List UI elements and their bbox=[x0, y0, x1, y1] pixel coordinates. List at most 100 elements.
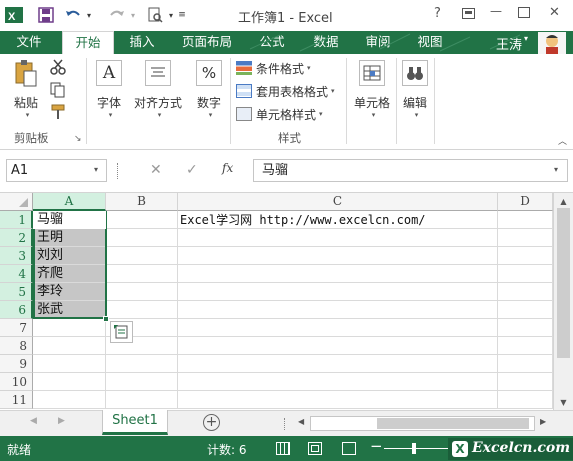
formula-splitter[interactable] bbox=[117, 163, 120, 179]
enter-icon[interactable]: ✓ bbox=[186, 162, 198, 178]
alignment-button[interactable]: 对齐方式 ▾ bbox=[132, 60, 184, 119]
row-header-2[interactable]: 2 bbox=[0, 229, 33, 247]
zoom-out-icon[interactable]: − bbox=[370, 437, 383, 455]
close-button[interactable]: ✕ bbox=[549, 5, 560, 20]
format-painter-icon[interactable] bbox=[50, 104, 66, 123]
grid-cell[interactable] bbox=[498, 337, 553, 355]
cancel-icon[interactable]: ✕ bbox=[150, 162, 162, 178]
font-dropdown-icon[interactable]: ▾ bbox=[109, 111, 113, 119]
cell-styles-button[interactable]: 单元格样式 ▾ bbox=[236, 104, 323, 124]
column-header-b[interactable]: B bbox=[106, 193, 178, 211]
horizontal-scrollbar[interactable] bbox=[310, 416, 535, 431]
grid-cell[interactable] bbox=[33, 319, 106, 337]
paste-dropdown-icon[interactable]: ▾ bbox=[26, 111, 30, 119]
user-name[interactable]: 王涛 bbox=[496, 34, 522, 53]
vertical-scrollbar[interactable]: ▲ ▼ bbox=[553, 193, 573, 410]
grid-cell[interactable] bbox=[498, 211, 553, 229]
select-all-corner[interactable] bbox=[0, 193, 33, 211]
cells-dropdown-icon[interactable]: ▾ bbox=[372, 111, 376, 119]
grid-cell[interactable] bbox=[106, 247, 178, 265]
grid-cell[interactable] bbox=[178, 247, 498, 265]
grid-cell[interactable] bbox=[178, 265, 498, 283]
row-header-3[interactable]: 3 bbox=[0, 247, 33, 265]
cell-c1[interactable]: Excel学习网 http://www.excelcn.com/ bbox=[180, 211, 426, 229]
grid-cell[interactable] bbox=[178, 283, 498, 301]
grid-cell[interactable] bbox=[498, 265, 553, 283]
grid-cell[interactable] bbox=[106, 373, 178, 391]
grid-cell[interactable] bbox=[498, 229, 553, 247]
avatar[interactable] bbox=[538, 32, 566, 54]
prev-sheet-icon[interactable]: ◀ bbox=[30, 416, 37, 426]
scroll-left-icon[interactable]: ◀ bbox=[298, 417, 304, 426]
next-sheet-icon[interactable]: ▶ bbox=[58, 416, 65, 426]
customize-qat-icon[interactable]: ≡ bbox=[176, 5, 188, 25]
grid-cell[interactable] bbox=[498, 373, 553, 391]
ribbon-display-icon[interactable] bbox=[462, 8, 475, 19]
grid-cell[interactable] bbox=[178, 319, 498, 337]
print-dropdown-icon[interactable]: ▾ bbox=[166, 5, 176, 25]
tab-home[interactable]: 开始 bbox=[62, 31, 114, 54]
quick-analysis-button[interactable] bbox=[110, 321, 133, 343]
user-dropdown-icon[interactable]: ▾ bbox=[524, 34, 528, 43]
zoom-slider[interactable] bbox=[384, 448, 454, 449]
grid-cell[interactable] bbox=[178, 373, 498, 391]
redo-dropdown-icon[interactable]: ▾ bbox=[128, 5, 138, 25]
alignment-dropdown-icon[interactable]: ▾ bbox=[158, 111, 162, 119]
zoom-slider-thumb[interactable] bbox=[412, 443, 416, 454]
grid-cell[interactable] bbox=[498, 391, 553, 409]
font-button[interactable]: A 字体 ▾ bbox=[92, 60, 126, 119]
add-sheet-icon[interactable]: + bbox=[203, 414, 220, 431]
grid-cell[interactable] bbox=[106, 301, 178, 319]
grid-cell[interactable] bbox=[498, 355, 553, 373]
scroll-right-icon[interactable]: ▶ bbox=[540, 417, 546, 426]
conditional-format-button[interactable]: 条件格式 ▾ bbox=[236, 58, 311, 78]
name-box[interactable]: A1 bbox=[6, 159, 107, 182]
grid-cell[interactable] bbox=[178, 391, 498, 409]
row-header-8[interactable]: 8 bbox=[0, 337, 33, 355]
grid-cell[interactable] bbox=[106, 211, 178, 229]
grid-cell[interactable] bbox=[178, 355, 498, 373]
column-header-d[interactable]: D bbox=[498, 193, 553, 211]
grid-cell[interactable] bbox=[178, 229, 498, 247]
clipboard-launcher-icon[interactable]: ↘ bbox=[74, 134, 82, 144]
row-header-9[interactable]: 9 bbox=[0, 355, 33, 373]
sheet-tab-sheet1[interactable]: Sheet1 bbox=[102, 410, 168, 435]
tab-page-layout[interactable]: 页面布局 bbox=[176, 31, 238, 54]
format-as-table-button[interactable]: 套用表格格式 ▾ bbox=[236, 81, 335, 101]
grid-cell[interactable] bbox=[178, 301, 498, 319]
grid-cell[interactable] bbox=[498, 301, 553, 319]
cell-a1[interactable]: 马骝 bbox=[37, 211, 63, 229]
cell-a2[interactable]: 王明 bbox=[37, 229, 63, 247]
row-header-10[interactable]: 10 bbox=[0, 373, 33, 391]
cell-a3[interactable]: 刘刘 bbox=[37, 247, 63, 265]
grid-cell[interactable] bbox=[178, 337, 498, 355]
help-button[interactable]: ? bbox=[434, 6, 441, 21]
grid-cell[interactable] bbox=[33, 337, 106, 355]
grid-cell[interactable] bbox=[498, 319, 553, 337]
redo-icon[interactable] bbox=[108, 5, 126, 25]
paste-button[interactable]: 粘贴 ▾ bbox=[10, 60, 42, 119]
cell-a4[interactable]: 齐爬 bbox=[37, 265, 63, 283]
save-icon[interactable] bbox=[36, 5, 56, 25]
tab-file[interactable]: 文件 bbox=[4, 31, 54, 54]
row-header-5[interactable]: 5 bbox=[0, 283, 33, 301]
cells-button[interactable]: 单元格 ▾ bbox=[350, 60, 394, 119]
row-header-11[interactable]: 11 bbox=[0, 391, 33, 409]
number-dropdown-icon[interactable]: ▾ bbox=[209, 111, 213, 119]
minimize-button[interactable]: — bbox=[490, 4, 502, 18]
column-header-c[interactable]: C bbox=[178, 193, 498, 211]
worksheet-grid[interactable]: A B C D ▲ ▼ 1 2 3 4 5 6 7 8 9 10 11 马骝 王明 刘刘 齐爬 李玲… bbox=[0, 193, 573, 410]
row-header-4[interactable]: 4 bbox=[0, 265, 33, 283]
copy-icon[interactable] bbox=[50, 82, 66, 101]
formula-input[interactable]: 马骝 bbox=[253, 159, 568, 182]
tab-splitter[interactable] bbox=[284, 418, 287, 430]
row-header-1[interactable]: 1 bbox=[0, 211, 33, 229]
collapse-ribbon-icon[interactable]: ︿ bbox=[558, 134, 567, 147]
editing-dropdown-icon[interactable]: ▾ bbox=[415, 111, 419, 119]
row-header-7[interactable]: 7 bbox=[0, 319, 33, 337]
grid-cell[interactable] bbox=[106, 355, 178, 373]
row-header-6[interactable]: 6 bbox=[0, 301, 33, 319]
grid-cell[interactable] bbox=[498, 283, 553, 301]
undo-icon[interactable] bbox=[64, 5, 82, 25]
page-break-view-icon[interactable] bbox=[342, 442, 356, 455]
